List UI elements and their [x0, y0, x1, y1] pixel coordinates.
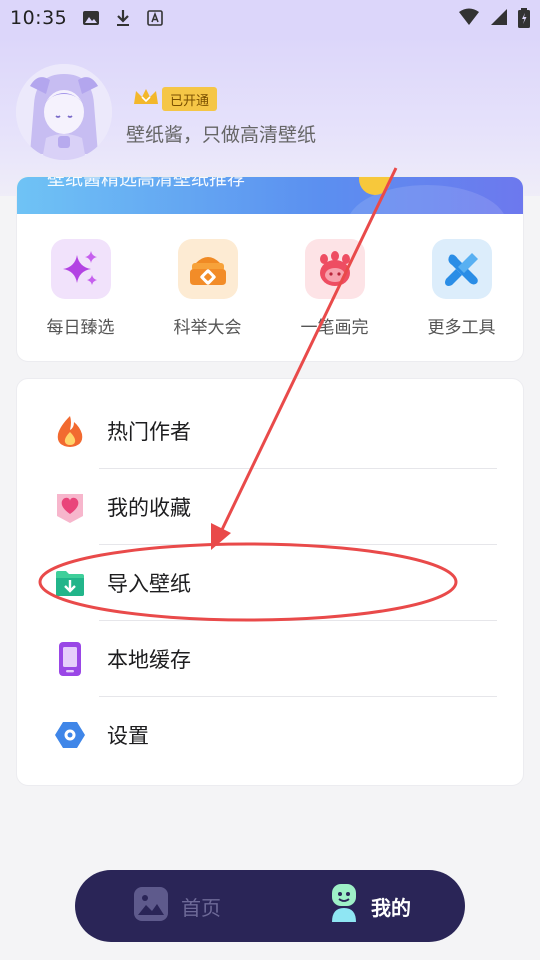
- tools-icon: [431, 239, 492, 299]
- tool-label: 每日臻选: [46, 318, 115, 338]
- menu-label: 本地缓存: [107, 648, 191, 672]
- tool-exam-contest[interactable]: 科举大会: [144, 239, 271, 338]
- paw-icon: [304, 239, 365, 299]
- wifi-icon: [458, 8, 480, 32]
- menu-item-hot-authors[interactable]: 热门作者: [17, 393, 525, 469]
- status-time: 10:35: [10, 7, 68, 29]
- vip-status: 已开通: [132, 86, 218, 112]
- menu-item-import-wallpaper[interactable]: 导入壁纸: [17, 545, 525, 621]
- treasure-icon: [177, 239, 238, 299]
- tool-label: 更多工具: [427, 318, 496, 338]
- tool-more-tools[interactable]: 更多工具: [398, 239, 523, 338]
- font-icon: [145, 8, 165, 28]
- image-icon: [133, 886, 169, 926]
- avatar[interactable]: [16, 64, 112, 160]
- menu-card: 热门作者 我的收藏 导入壁纸 本地缓存 设置: [16, 378, 524, 786]
- menu-label: 设置: [107, 724, 149, 748]
- menu-label: 导入壁纸: [107, 572, 191, 596]
- heart-icon: [53, 490, 87, 524]
- menu-label: 热门作者: [107, 420, 191, 444]
- settings-hexagon-icon: [53, 718, 87, 752]
- vip-badge: 已开通: [162, 87, 218, 111]
- bottom-nav: 首页 我的: [75, 870, 465, 942]
- menu-item-favorites[interactable]: 我的收藏: [17, 469, 525, 545]
- gallery-icon: [81, 8, 101, 28]
- nav-home-label: 首页: [181, 895, 221, 920]
- crown-icon: [132, 86, 160, 112]
- tools-row: 每日臻选 科举大会 一笔画完 更多工具: [17, 239, 523, 338]
- menu-item-settings[interactable]: 设置: [17, 697, 525, 773]
- status-bar: 10:35: [0, 0, 540, 36]
- flame-icon: [53, 414, 87, 448]
- sparkle-icon: [50, 239, 111, 299]
- promo-banner[interactable]: 壁纸酱精选高清壁纸推荐: [17, 177, 523, 214]
- profile-icon: [329, 884, 359, 928]
- menu-item-local-cache[interactable]: 本地缓存: [17, 621, 525, 697]
- download-icon: [113, 8, 133, 28]
- nav-home[interactable]: 首页: [133, 886, 221, 926]
- feature-card: 壁纸酱精选高清壁纸推荐 每日臻选 科举大会 一笔画完 更多工具: [16, 176, 524, 362]
- banner-text: 壁纸酱精选高清壁纸推荐: [47, 177, 245, 190]
- battery-icon: [518, 8, 530, 32]
- folder-download-icon: [53, 566, 87, 600]
- tool-label: 科举大会: [173, 318, 242, 338]
- tool-label: 一笔画完: [300, 318, 369, 338]
- signal-icon: [490, 8, 508, 32]
- menu-label: 我的收藏: [107, 496, 191, 520]
- tool-daily-pick[interactable]: 每日臻选: [17, 239, 144, 338]
- nav-mine[interactable]: 我的: [329, 884, 411, 928]
- phone-icon: [53, 642, 87, 676]
- tool-one-stroke[interactable]: 一笔画完: [271, 239, 398, 338]
- profile-tagline: 壁纸酱，只做高清壁纸: [126, 124, 317, 146]
- nav-mine-label: 我的: [371, 895, 411, 920]
